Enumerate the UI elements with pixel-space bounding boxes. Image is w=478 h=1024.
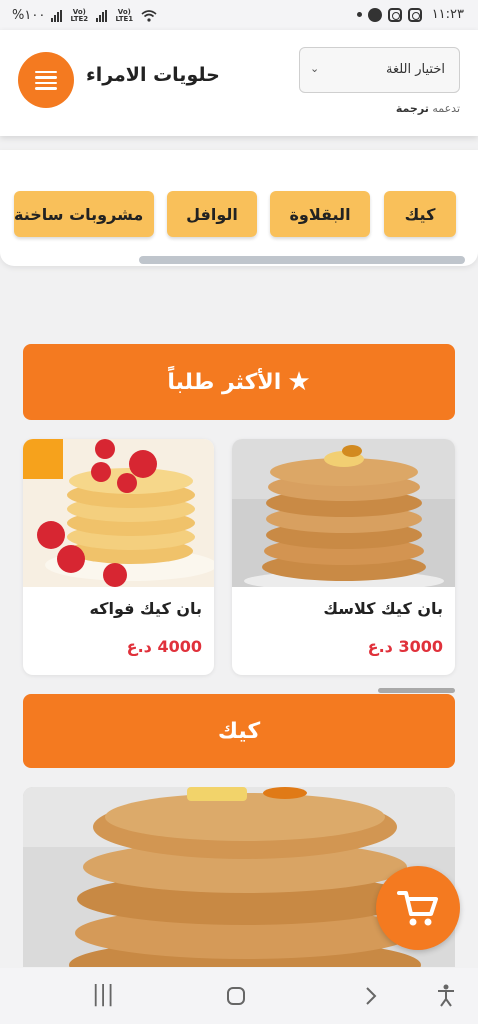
cake-section-label: كيك xyxy=(217,718,261,744)
star-icon: ★ xyxy=(287,367,311,397)
most-ordered-header[interactable]: ★ الأكثر طلباً xyxy=(23,344,455,420)
product-card[interactable]: بان كيك كلاسك 3000 د.ع xyxy=(232,439,455,675)
signal-icon xyxy=(96,9,108,22)
battery-text: %١٠٠ xyxy=(12,8,46,23)
hamburger-icon xyxy=(35,70,57,73)
wifi-icon xyxy=(141,9,157,22)
product-price: 4000 د.ع xyxy=(126,637,202,656)
messenger-icon xyxy=(367,7,382,22)
product-image xyxy=(23,439,214,587)
category-bar: كيك البقلاوة الوافل مشروبات ساخنة xyxy=(0,150,478,266)
cart-button[interactable] xyxy=(376,866,460,950)
clock: ١١:٢٣ xyxy=(431,7,464,22)
translate-link[interactable]: ترجمة xyxy=(396,102,429,115)
language-select-value: اختيار اللغة xyxy=(386,62,445,77)
products-scrollbar[interactable] xyxy=(378,688,455,693)
back-icon[interactable] xyxy=(364,986,378,1006)
language-select[interactable]: اختيار اللغة ⌄ xyxy=(299,47,460,93)
cake-section-header[interactable]: كيك xyxy=(23,694,455,768)
brand-title: حلويات الامراء xyxy=(86,64,220,86)
recent-apps-icon[interactable]: ||| xyxy=(92,982,114,1007)
hamburger-line xyxy=(35,87,57,90)
status-right: ١١:٢٣ xyxy=(356,7,464,22)
category-baklava[interactable]: البقلاوة xyxy=(270,191,370,237)
notification-dot-icon xyxy=(356,12,362,17)
cart-icon xyxy=(397,891,438,926)
category-waffle[interactable]: الوافل xyxy=(167,191,257,237)
accessibility-icon[interactable] xyxy=(436,984,456,1008)
hamburger-line xyxy=(35,81,57,84)
category-scrollbar[interactable] xyxy=(139,256,465,264)
product-image xyxy=(232,439,455,587)
category-hot-drinks[interactable]: مشروبات ساخنة xyxy=(14,191,154,237)
most-ordered-label: الأكثر طلباً xyxy=(167,369,282,395)
system-nav-bar: ||| xyxy=(0,968,478,1024)
instagram-icon xyxy=(407,7,422,22)
sim1-label: Vo) LTE1 xyxy=(115,7,134,23)
status-left: %١٠٠ Vo) LTE2 Vo) LTE1 xyxy=(12,8,157,23)
menu-button[interactable] xyxy=(18,52,74,108)
powered-by-prefix: تدعمه xyxy=(432,102,460,115)
powered-by: تدعمه ترجمة xyxy=(396,102,460,115)
instagram-icon xyxy=(387,7,402,22)
product-card[interactable]: بان كيك فواكه 4000 د.ع xyxy=(23,439,214,675)
hamburger-line xyxy=(35,76,57,79)
chevron-down-icon: ⌄ xyxy=(310,62,320,75)
signal-icon xyxy=(51,9,63,22)
status-bar: %١٠٠ Vo) LTE2 Vo) LTE1 ١١:٢٣ xyxy=(0,0,478,30)
product-name: بان كيك كلاسك xyxy=(323,599,443,618)
home-icon[interactable] xyxy=(226,986,246,1006)
app-header: حلويات الامراء اختيار اللغة ⌄ تدعمه ترجم… xyxy=(0,30,478,136)
product-price: 3000 د.ع xyxy=(367,637,443,656)
category-cake[interactable]: كيك xyxy=(384,191,456,237)
product-name: بان كيك فواكه xyxy=(89,599,202,618)
sim2-label: Vo) LTE2 xyxy=(70,7,89,23)
